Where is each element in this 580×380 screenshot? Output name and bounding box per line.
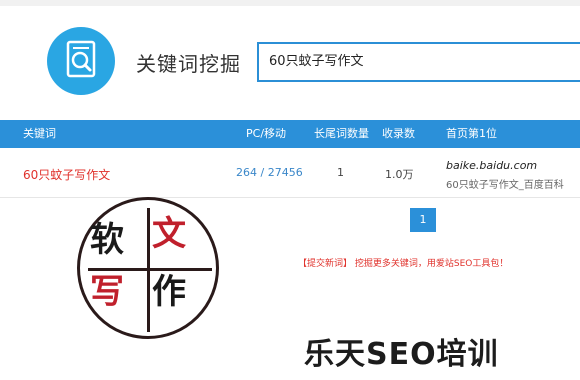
top-strip: [0, 0, 580, 6]
results-table-header: 关键词 PC/移动 长尾词数量 收录数 首页第1位: [0, 120, 580, 148]
watermark-text: 乐天SEO培训: [304, 337, 499, 372]
stamp-char-3: 写: [90, 272, 124, 312]
keyword-search-input[interactable]: 60只蚊子写作文: [257, 42, 580, 82]
page-title: 关键词挖掘: [136, 52, 241, 76]
article-writing-stamp-image: 软 文 写 作: [77, 197, 219, 339]
keyword-link[interactable]: 60只蚊子写作文: [23, 166, 110, 183]
stamp-divider-horizontal: [88, 268, 212, 271]
column-header-keyword[interactable]: 关键词: [23, 120, 56, 148]
keyword-tool-logo: [47, 27, 115, 95]
column-header-indexed[interactable]: 收录数: [382, 120, 415, 148]
stamp-char-2: 文: [152, 214, 186, 254]
promo-link[interactable]: 【提交新词】 挖掘更多关键词，用爱站SEO工具包！: [298, 256, 508, 269]
column-header-first-rank[interactable]: 首页第1位: [446, 120, 497, 148]
first-rank-page-title: 60只蚊子写作文_百度百科: [446, 180, 564, 191]
first-rank-domain-link[interactable]: baike.baidu.com: [446, 159, 537, 172]
pagination-page-button[interactable]: 1: [410, 208, 436, 232]
table-row: 60只蚊子写作文 264 / 27456 1 1.0万 baike.baidu.…: [0, 148, 580, 198]
stamp-char-4: 作: [152, 272, 186, 312]
longtail-count-value: 1: [337, 166, 344, 179]
stamp-char-1: 软: [90, 220, 124, 260]
column-header-pc-mobile[interactable]: PC/移动: [246, 120, 286, 148]
search-document-icon: [66, 40, 96, 78]
column-header-longtail-count[interactable]: 长尾词数量: [314, 120, 369, 148]
pc-mobile-value[interactable]: 264 / 27456: [236, 166, 303, 179]
indexed-count-value: 1.0万: [385, 168, 414, 181]
